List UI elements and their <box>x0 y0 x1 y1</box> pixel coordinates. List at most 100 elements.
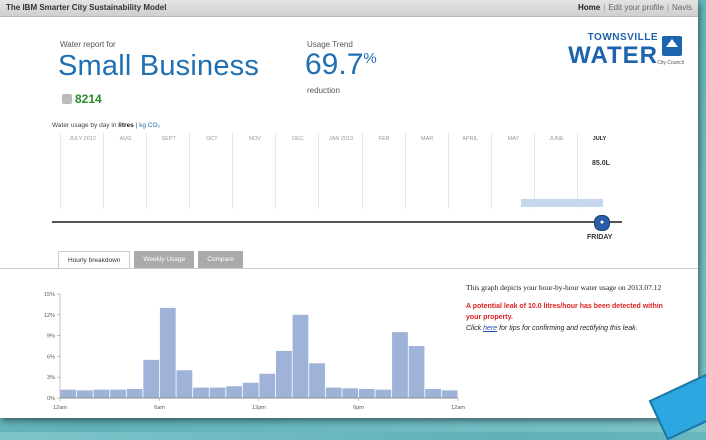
timeline-daily-bars <box>520 199 603 207</box>
hourly-bar <box>242 382 259 398</box>
timeline-month-label: DEC <box>292 136 304 142</box>
timeline-month[interactable]: FEB <box>361 133 406 209</box>
timeline-month[interactable]: JULY <box>576 133 621 209</box>
account-number-value: 8214 <box>75 92 102 106</box>
daily-reading: 85.0L <box>592 160 610 167</box>
hourly-bar <box>358 388 375 398</box>
timeline-month-label: NOV <box>248 136 261 142</box>
hourly-bar <box>425 388 442 398</box>
timeline-month-label: FEB <box>378 136 390 142</box>
hourly-bar <box>76 390 93 398</box>
y-tick-label: 6% <box>47 354 55 360</box>
y-tick-label: 12% <box>44 313 55 319</box>
leak-warning: A potential leak of 10.0 litres/hour has… <box>466 303 663 321</box>
townsville-water-logo: TOWNSVILLE WATER City Council <box>568 30 688 80</box>
hourly-bar <box>309 363 325 398</box>
timeline-month[interactable]: DEC <box>275 133 319 209</box>
usage-unit-selector: Water usage by day in litres | kg CO₂ <box>52 122 160 129</box>
usage-trend-sub: reduction <box>307 86 340 95</box>
timeline-month-label: MAY <box>507 136 520 142</box>
timeline-month[interactable]: JUNE <box>533 133 578 209</box>
day-marker-handle[interactable]: ● <box>594 215 610 231</box>
help-prefix: Click <box>466 325 484 332</box>
timeline-month-label: JAN 2013 <box>328 136 354 142</box>
help-suffix: for tips for confirming and rectifying t… <box>497 325 638 332</box>
description-text: This graph depicts your hour-by-hour wat… <box>466 283 662 292</box>
selected-day-label: FRIDAY <box>587 234 613 241</box>
timeline-month-label: JUNE <box>549 136 564 142</box>
usage-label: Water usage by day in <box>52 122 117 129</box>
hourly-bar <box>342 388 359 398</box>
timeline-month-label: SEPT <box>161 136 176 142</box>
timeline-month[interactable]: MAY <box>490 133 535 209</box>
top-nav: Home | Edit your profile | Navis <box>578 0 692 16</box>
nav-separator: | <box>666 3 669 12</box>
hourly-bar <box>408 346 425 398</box>
y-tick-label: 15% <box>44 292 55 298</box>
hourly-usage-chart: 0% 3% 6% 9% 12% 15% 12am 6am 12pm 6pm 12am <box>44 292 465 411</box>
report-label: Water report for <box>60 40 116 49</box>
unit-separator: | <box>135 122 138 129</box>
nav-separator: | <box>603 3 606 12</box>
x-tick-label: 12pm <box>252 405 266 411</box>
hourly-bar <box>159 307 176 398</box>
timeline-month-label: APRIL <box>462 136 479 142</box>
app-title: The IBM Smarter City Sustainability Mode… <box>6 3 167 12</box>
tab-weekly-usage[interactable]: Weekly Usage <box>134 251 195 269</box>
timeline-month-label: JULY 2012 <box>69 136 96 142</box>
chart-description: This graph depicts your hour-by-hour wat… <box>466 282 678 334</box>
nav-home-link[interactable]: Home <box>578 3 600 12</box>
unit-co2-link[interactable]: kg CO₂ <box>139 122 160 129</box>
timeline-month[interactable]: AUG <box>103 133 147 209</box>
logo-emblem-icon <box>662 36 682 56</box>
report-page: The IBM Smarter City Sustainability Mode… <box>0 0 698 418</box>
hourly-bar <box>375 389 392 398</box>
y-tick-label: 3% <box>47 375 55 381</box>
logo-line2: WATER <box>568 42 658 69</box>
nav-navis-link[interactable]: Navis <box>672 3 692 12</box>
x-tick-label: 6am <box>154 405 165 411</box>
timeline-month-label: OCT <box>205 136 218 142</box>
view-tabs: Hourly breakdown Weekly Usage Compare <box>58 251 247 270</box>
timeline-month-label: AUG <box>119 136 132 142</box>
x-tick-label: 12am <box>451 405 465 411</box>
hourly-bar <box>226 386 243 398</box>
help-link[interactable]: here <box>483 325 497 332</box>
hourly-bar <box>441 390 458 398</box>
hourly-bar <box>292 314 309 398</box>
hourly-bar <box>209 387 226 398</box>
hourly-bar <box>275 350 292 398</box>
timeline-month[interactable]: JULY 2012 <box>60 133 104 209</box>
meter-icon <box>62 94 72 104</box>
hourly-bar <box>126 388 143 398</box>
account-number: 8214 <box>62 92 102 106</box>
hourly-bar <box>110 389 126 398</box>
timeline-month[interactable]: SEPT <box>146 133 190 209</box>
y-tick-label: 9% <box>47 334 55 340</box>
timeline-month[interactable]: OCT <box>189 133 233 209</box>
x-tick-label: 6pm <box>353 405 364 411</box>
tab-compare[interactable]: Compare <box>198 251 243 269</box>
hourly-bar <box>392 332 408 398</box>
nav-edit-profile-link[interactable]: Edit your profile <box>608 3 664 12</box>
usage-trend-value: 69.7% <box>305 48 377 82</box>
timeline-month[interactable]: APRIL <box>447 133 492 209</box>
hourly-bar <box>176 370 193 398</box>
customer-name: Small Business <box>58 50 260 82</box>
logo-subtext: City Council <box>657 60 684 66</box>
timeline-month-label: JULY <box>592 136 607 142</box>
hourly-bar <box>193 387 209 398</box>
y-tick-label: 0% <box>47 396 55 402</box>
hourly-bar <box>143 359 160 398</box>
hourly-bar <box>325 387 342 398</box>
x-tick-label: 12am <box>53 405 67 411</box>
usage-trend-number: 69.7 <box>305 48 364 81</box>
usage-trend-unit: % <box>363 50 377 67</box>
timeline-month[interactable]: JAN 2013 <box>318 133 362 209</box>
timeline-axis <box>52 221 622 223</box>
timeline-month[interactable]: MAR <box>404 133 449 209</box>
timeline-month[interactable]: NOV <box>232 133 276 209</box>
monthly-timeline[interactable]: JULY 2012 AUG SEPT OCT NOV DEC JAN 2013 FEB MAR A… <box>60 133 620 209</box>
unit-litres[interactable]: litres <box>118 122 134 129</box>
hourly-bar <box>93 389 110 398</box>
